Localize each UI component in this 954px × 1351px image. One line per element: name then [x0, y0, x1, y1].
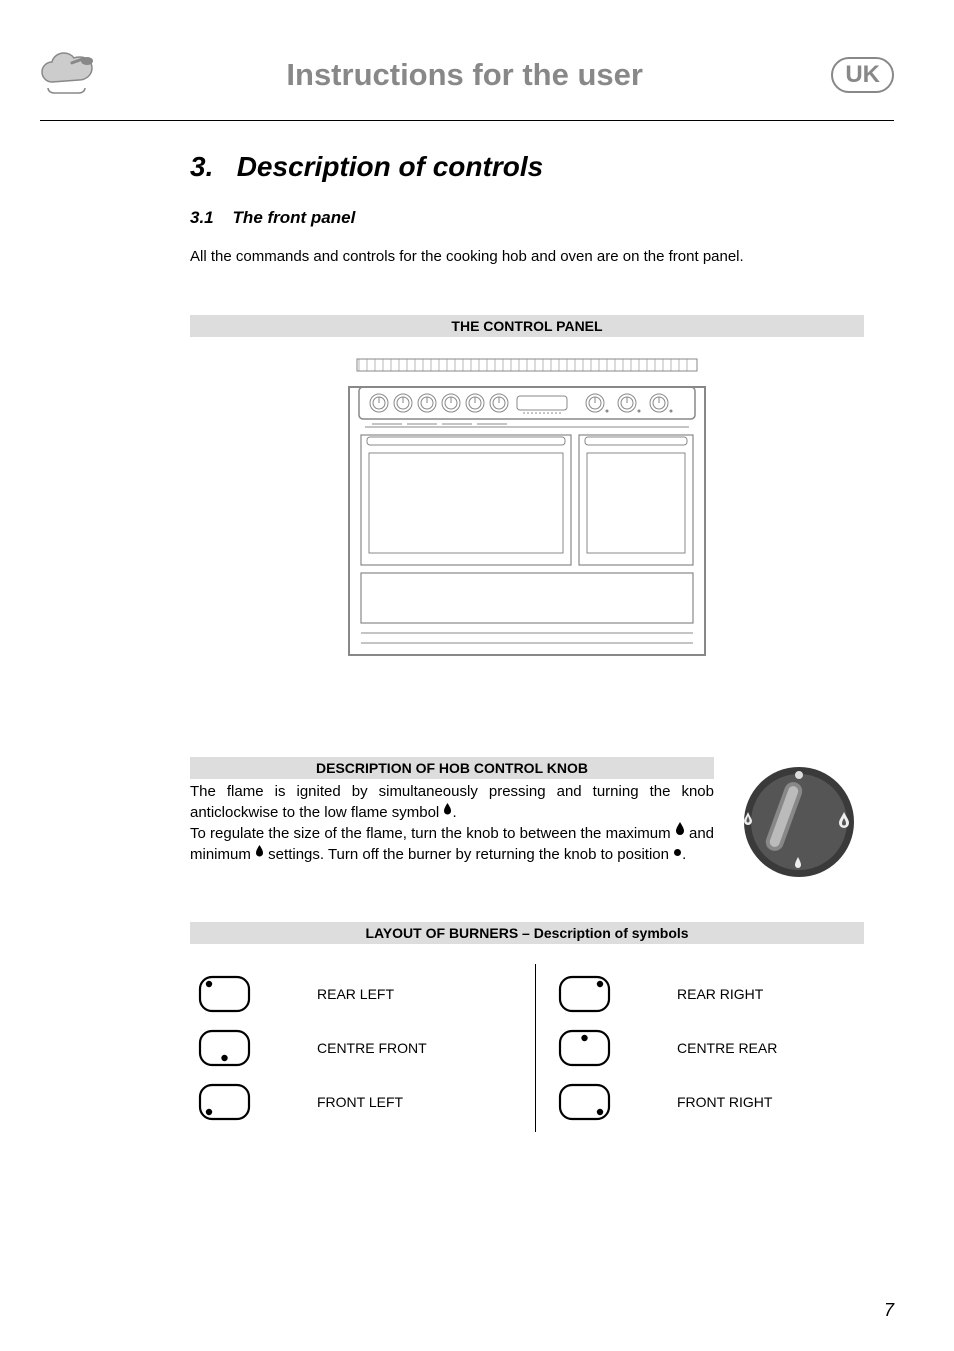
burner-icon-front-left [197, 1082, 252, 1122]
page-number: 7 [884, 1300, 894, 1321]
burners-divider [535, 964, 536, 1132]
chef-cloud-spoon-icon [40, 50, 98, 100]
para1b: . [452, 804, 456, 821]
burner-icon-rear-right [557, 974, 612, 1014]
para2d: . [682, 846, 686, 863]
burners-grid: REAR LEFT REAR RIGHT CENTRE FRONT CENTRE… [197, 964, 857, 1132]
burner-label-centre-front: CENTRE FRONT [317, 1040, 497, 1056]
off-dot-icon [673, 844, 682, 863]
burner-label-centre-rear: CENTRE REAR [677, 1040, 857, 1056]
intro-paragraph: All the commands and controls for the co… [190, 248, 864, 265]
section-number: 3. [190, 151, 213, 182]
large-flame-icon [675, 822, 685, 842]
section-title-text: Description of controls [237, 151, 543, 182]
burner-icon-rear-left [197, 974, 252, 1014]
small-flame-icon-2 [255, 844, 264, 863]
subsection-number: 3.1 [190, 208, 214, 227]
subsection-title: 3.1 The front panel [190, 208, 864, 228]
burner-label-rear-left: REAR LEFT [317, 986, 497, 1002]
hob-knob-description: The flame is ignited by simultaneously p… [190, 783, 714, 864]
control-panel-diagram [190, 357, 864, 662]
burner-label-front-left: FRONT LEFT [317, 1094, 497, 1110]
burners-heading: LAYOUT OF BURNERS – Description of symbo… [190, 922, 864, 944]
header-divider [40, 120, 894, 121]
burner-icon-front-right [557, 1082, 612, 1122]
para2a: To regulate the size of the flame, turn … [190, 825, 675, 842]
region-badge: UK [831, 57, 894, 93]
hob-knob-heading: DESCRIPTION OF HOB CONTROL KNOB [190, 757, 714, 779]
para2c: settings. Turn off the burner by returni… [264, 846, 673, 863]
control-panel-heading: THE CONTROL PANEL [190, 315, 864, 337]
page-title: Instructions for the user [98, 57, 831, 93]
burner-label-front-right: FRONT RIGHT [677, 1094, 857, 1110]
burner-icon-centre-front [197, 1028, 252, 1068]
hob-knob-image [734, 757, 864, 892]
section-title: 3. Description of controls [190, 151, 864, 183]
burner-label-rear-right: REAR RIGHT [677, 986, 857, 1002]
subsection-title-text: The front panel [233, 208, 356, 227]
burner-icon-centre-rear [557, 1028, 612, 1068]
